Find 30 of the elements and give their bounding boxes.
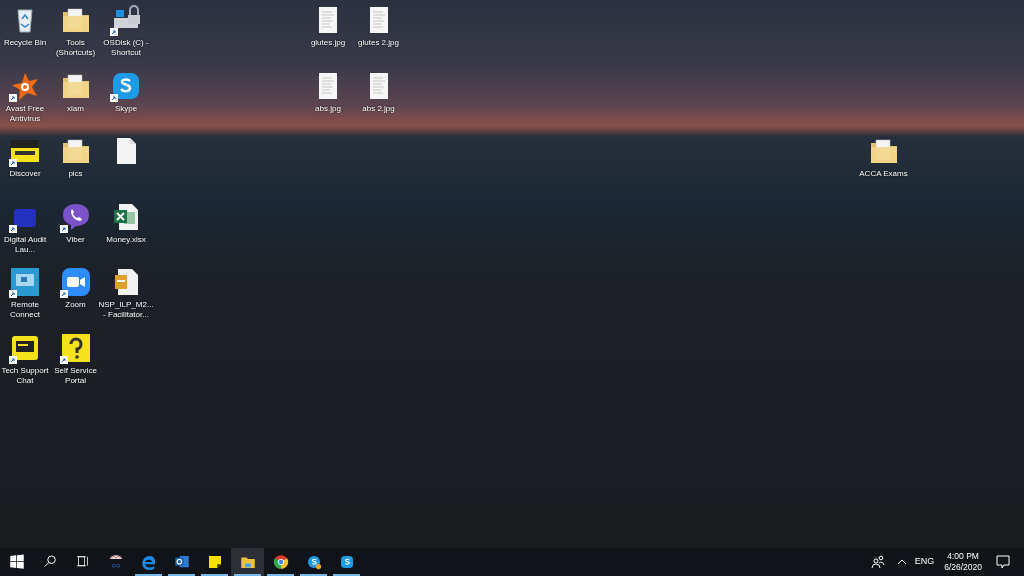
video-camera-icon[interactable] xyxy=(59,266,92,299)
icon-label: ACCA Exams xyxy=(859,169,908,180)
icon-label: Remote Connect xyxy=(9,300,41,321)
icon-label: abs 2.jpg xyxy=(362,103,395,114)
taskbar-button[interactable] xyxy=(231,548,264,576)
icon-label: Discover xyxy=(9,169,41,180)
icon-label: Zoom xyxy=(65,300,86,311)
people-icon[interactable] xyxy=(870,554,885,570)
icon-label: abs.jpg xyxy=(315,103,341,114)
icon-label: Tools (Shortcuts) xyxy=(54,38,97,58)
icon-label: NSP_ILP_M2... - Facilitator... xyxy=(98,300,154,321)
icon-label: Viber xyxy=(66,234,85,245)
icon-label: glutes 2.jpg xyxy=(358,38,399,48)
icon-label: xlam xyxy=(67,103,84,114)
icon-label: glutes.jpg xyxy=(310,38,346,48)
icon-label: Skype xyxy=(114,103,138,114)
question-mark-icon[interactable] xyxy=(59,332,92,364)
icon-label: Recycle Bin xyxy=(3,38,47,48)
clock-time[interactable]: 4:00 PM xyxy=(947,551,979,562)
remote-desktop-icon[interactable] xyxy=(9,266,41,299)
icon-label: Self Service Portal xyxy=(53,366,98,386)
icon-label: Digital Audit Lau... xyxy=(2,234,48,255)
clock-date[interactable]: 6/26/2020 xyxy=(944,562,982,573)
icon-label: OSDisk (C) - Shortcut xyxy=(102,38,150,58)
icon-label: Avast Free Antivirus xyxy=(4,103,46,124)
icon-label: Tech Support Chat xyxy=(0,366,50,386)
notification-icon[interactable] xyxy=(996,554,1010,570)
icon-label: Money.xlsx xyxy=(106,234,146,245)
language-indicator[interactable]: ENG xyxy=(914,555,935,569)
icon-label: pics xyxy=(68,169,83,180)
